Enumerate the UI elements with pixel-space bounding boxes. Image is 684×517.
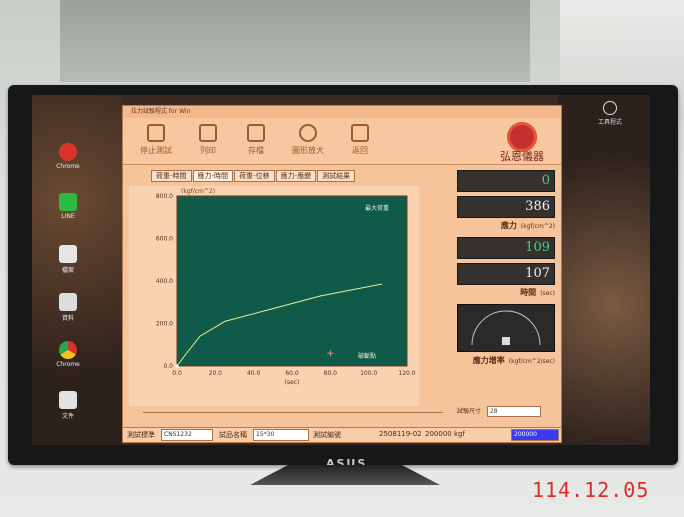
zoom-graph-button[interactable]: 圖形放大	[285, 124, 331, 156]
annotation-break-point: 破斷點	[358, 352, 376, 360]
start-point	[175, 364, 179, 368]
document-icon	[59, 293, 77, 311]
company-logo: 弘恩儀器	[493, 122, 551, 163]
size-row: 試驗尺寸 28	[457, 406, 557, 417]
tab-stress-strain[interactable]: 應力-應變	[275, 170, 317, 182]
window-title: 拉力試驗程式 for Win	[123, 106, 561, 118]
graph-tabs: 荷重-時間 應力-時間 荷重-位移 應力-應變 測試結果	[151, 170, 356, 182]
annotation-max-load: 最大荷重	[365, 204, 389, 212]
monitor: Chrome LINE 檔案 資料 Chrome 文件 工具程式 拉力試驗程式	[8, 85, 678, 470]
save-button[interactable]: 存檔	[233, 124, 279, 156]
tensile-test-app: 拉力試驗程式 for Win 停止測試 列印 存檔 圖形放大 返回 弘恩儀器 荷…	[122, 105, 562, 443]
window-blinds	[60, 0, 530, 82]
rate-gauge	[457, 304, 555, 352]
y-tick-label: 400.0	[156, 278, 173, 285]
standard-select[interactable]: CNS1232	[161, 429, 213, 441]
wallpaper-right	[558, 95, 650, 445]
x-tick-label: 80.0	[324, 370, 338, 377]
x-tick-label: 60.0	[285, 370, 299, 377]
desktop-icon-line[interactable]: LINE	[38, 193, 98, 220]
return-button[interactable]: 返回	[337, 124, 383, 156]
stop-icon	[147, 124, 165, 142]
size-input[interactable]: 28	[486, 406, 541, 417]
print-button[interactable]: 列印	[185, 124, 231, 156]
y-tick-label: 800.0	[156, 193, 173, 200]
unit-select[interactable]: 200000	[511, 429, 559, 441]
x-tick-label: 120.0	[398, 370, 415, 377]
readout-3: 109	[457, 237, 555, 259]
stress-time-chart: 0.0 200.0 400.0 600.0 800.0 0.0 20.0 40.0 60.0 80…	[156, 193, 416, 386]
y-tick-label: 600.0	[156, 236, 173, 243]
desktop-icon-chrome[interactable]: Chrome	[38, 143, 98, 170]
y-tick-label: 0.0	[163, 363, 173, 370]
printer-icon	[199, 124, 217, 142]
file-icon	[59, 245, 77, 263]
line-icon	[59, 193, 77, 211]
x-tick-label: 0.0	[172, 370, 182, 377]
desktop-icon-file[interactable]: 檔案	[38, 245, 98, 274]
readout-panel: 0 386 應力 (kgf/cm^2) 109 107 時間 (sec) 應力增…	[457, 170, 555, 372]
document-icon	[59, 391, 77, 409]
desktop-icon-chrome-2[interactable]: Chrome	[38, 341, 98, 368]
stop-test-button[interactable]: 停止測試	[133, 124, 179, 156]
x-axis-label: (sec)	[285, 379, 300, 386]
tab-load-displacement[interactable]: 荷重-位移	[234, 170, 275, 182]
x-tick-label: 40.0	[247, 370, 261, 377]
time-caption: 時間 (sec)	[520, 288, 555, 297]
plot-area	[176, 195, 408, 367]
chrome-icon	[59, 341, 77, 359]
save-icon	[247, 124, 265, 142]
chart-panel: (kgf/cm^2) 0.0 200.0 400.0 600.0 800.0 0.0 20.…	[129, 186, 419, 406]
x-tick-label: 100.0	[360, 370, 377, 377]
clock-icon	[603, 101, 617, 115]
stress-caption: 應力 (kgf/cm^2)	[500, 221, 555, 230]
desktop-icon-doc[interactable]: 文件	[38, 391, 98, 420]
zoom-icon	[299, 124, 317, 142]
rate-caption: 應力增率 (kgf/cm^2/sec)	[472, 356, 555, 365]
chrome-icon	[59, 143, 77, 161]
date-stamp: 114.12.05	[532, 478, 650, 502]
desktop-icon-tools[interactable]: 工具程式	[580, 101, 640, 126]
toolbar: 停止測試 列印 存檔 圖形放大 返回 弘恩儀器	[123, 118, 561, 165]
tab-stress-time[interactable]: 應力-時間	[192, 170, 234, 182]
sample-name-input[interactable]: 15*30	[253, 429, 309, 441]
capacity-readout: 200000 kgf	[425, 430, 465, 438]
time-slider[interactable]	[143, 404, 443, 413]
readout-1: 0	[457, 170, 555, 192]
x-tick-label: 20.0	[209, 370, 223, 377]
test-number: 2508119-02	[379, 430, 422, 438]
desktop-screen: Chrome LINE 檔案 資料 Chrome 文件 工具程式 拉力試驗程式	[32, 95, 650, 445]
tab-test-result[interactable]: 測試結果	[317, 170, 356, 182]
y-tick-label: 200.0	[156, 321, 173, 328]
gauge-dial-icon	[471, 310, 541, 346]
desktop-icon-data[interactable]: 資料	[38, 293, 98, 322]
readout-time: 107	[457, 263, 555, 285]
readout-stress: 386	[457, 196, 555, 218]
status-bar: 測試標準 CNS1232 試品名稱 15*30 測試編號 2508119-02 …	[123, 427, 561, 442]
tab-load-time[interactable]: 荷重-時間	[151, 170, 192, 182]
return-icon	[351, 124, 369, 142]
